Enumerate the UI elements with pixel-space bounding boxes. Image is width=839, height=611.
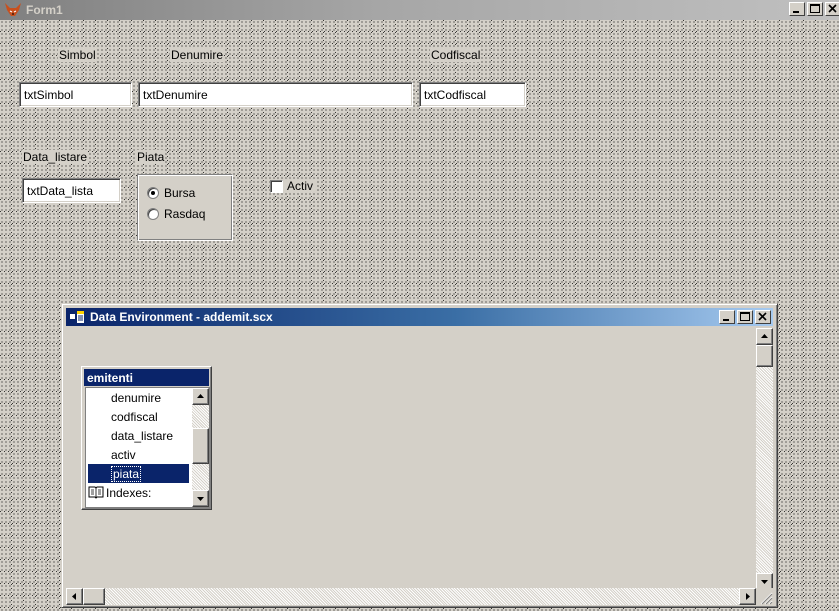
de-vertical-scroll-thumb[interactable] [756,345,773,367]
data-environment-icon [70,311,84,323]
fox-icon [5,3,21,16]
field-activ[interactable]: activ [86,445,191,464]
emitenti-cursor[interactable]: emitenti denumire codfiscal data_listare… [81,366,212,510]
de-scroll-left-button[interactable] [66,588,83,605]
scroll-down-arrow-icon [197,497,204,501]
form1-minimize-button[interactable] [789,2,805,16]
form1-title: Form1 [26,3,63,17]
label-piata[interactable]: Piata [136,150,166,164]
scroll-up-arrow-icon [761,334,768,338]
field-piata-label: piata [111,466,142,482]
txt-data-listare-textbox[interactable]: txtData_lista [22,178,121,203]
field-list-scrollbar[interactable] [192,388,209,507]
de-scroll-right-button[interactable] [739,588,756,605]
field-data-listare[interactable]: data_listare [86,426,191,445]
minimize-icon [723,319,729,321]
option-bursa[interactable]: Bursa [147,186,195,200]
cursor-field-list[interactable]: denumire codfiscal data_listare activ pi… [85,387,210,508]
field-list-scroll-up-button[interactable] [192,388,209,405]
field-piata-selected[interactable]: piata [88,464,189,483]
field-list-scroll-down-button[interactable] [192,490,209,507]
data-environment-title: Data Environment - addemit.scx [90,310,273,324]
data-environment-window[interactable]: Data Environment - addemit.scx emitenti … [61,303,778,608]
size-grip-icon [760,592,773,605]
maximize-icon [740,312,750,321]
close-icon [828,4,837,13]
de-horizontal-scrollbar[interactable] [66,588,756,605]
form1-maximize-button[interactable] [807,2,823,16]
field-codfiscal[interactable]: codfiscal [86,407,191,426]
data-environment-title-bar[interactable]: Data Environment - addemit.scx [66,308,773,326]
activ-checkbox[interactable]: Activ [270,179,318,193]
de-horizontal-scroll-thumb[interactable] [83,588,105,605]
scroll-left-arrow-icon [72,593,76,600]
minimize-icon [793,11,799,13]
option-rasdaq[interactable]: Rasdaq [147,207,205,221]
scroll-down-arrow-icon [761,580,768,584]
de-scroll-up-button[interactable] [756,328,773,345]
piata-option-group[interactable]: Bursa Rasdaq [137,174,233,241]
label-codfiscal[interactable]: Codfiscal [430,48,482,62]
checkbox-box [270,179,283,193]
txt-denumire-textbox[interactable]: txtDenumire [138,82,413,107]
label-simbol[interactable]: Simbol [58,48,97,62]
de-maximize-button[interactable] [737,310,753,324]
label-data-listare[interactable]: Data_listare [22,150,89,164]
radio-unselected-icon [147,208,159,220]
maximize-icon [810,4,820,13]
de-minimize-button[interactable] [719,310,735,324]
form1-close-button[interactable] [825,2,839,16]
size-grip[interactable] [756,588,773,605]
scroll-right-arrow-icon [746,593,750,600]
field-indexes-label: Indexes: [106,486,152,500]
index-book-icon [88,486,104,499]
radio-selected-icon [147,187,159,199]
cursor-title[interactable]: emitenti [84,369,209,386]
data-environment-client-area[interactable]: emitenti denumire codfiscal data_listare… [66,328,773,605]
activ-checkbox-label: Activ [287,179,314,193]
txt-codfiscal-textbox[interactable]: txtCodfiscal [419,82,526,107]
option-bursa-label: Bursa [164,186,196,200]
close-icon [758,312,767,321]
field-list-scroll-thumb[interactable] [192,428,209,464]
field-denumire[interactable]: denumire [86,388,191,407]
option-rasdaq-label: Rasdaq [164,207,206,221]
de-close-button[interactable] [755,310,771,324]
field-indexes[interactable]: Indexes: [88,483,193,502]
scroll-up-arrow-icon [197,394,204,398]
de-vertical-scrollbar[interactable] [756,328,773,590]
label-denumire[interactable]: Denumire [170,48,225,62]
form1-title-bar[interactable]: Form1 [0,0,839,20]
txt-simbol-textbox[interactable]: txtSimbol [19,82,132,107]
